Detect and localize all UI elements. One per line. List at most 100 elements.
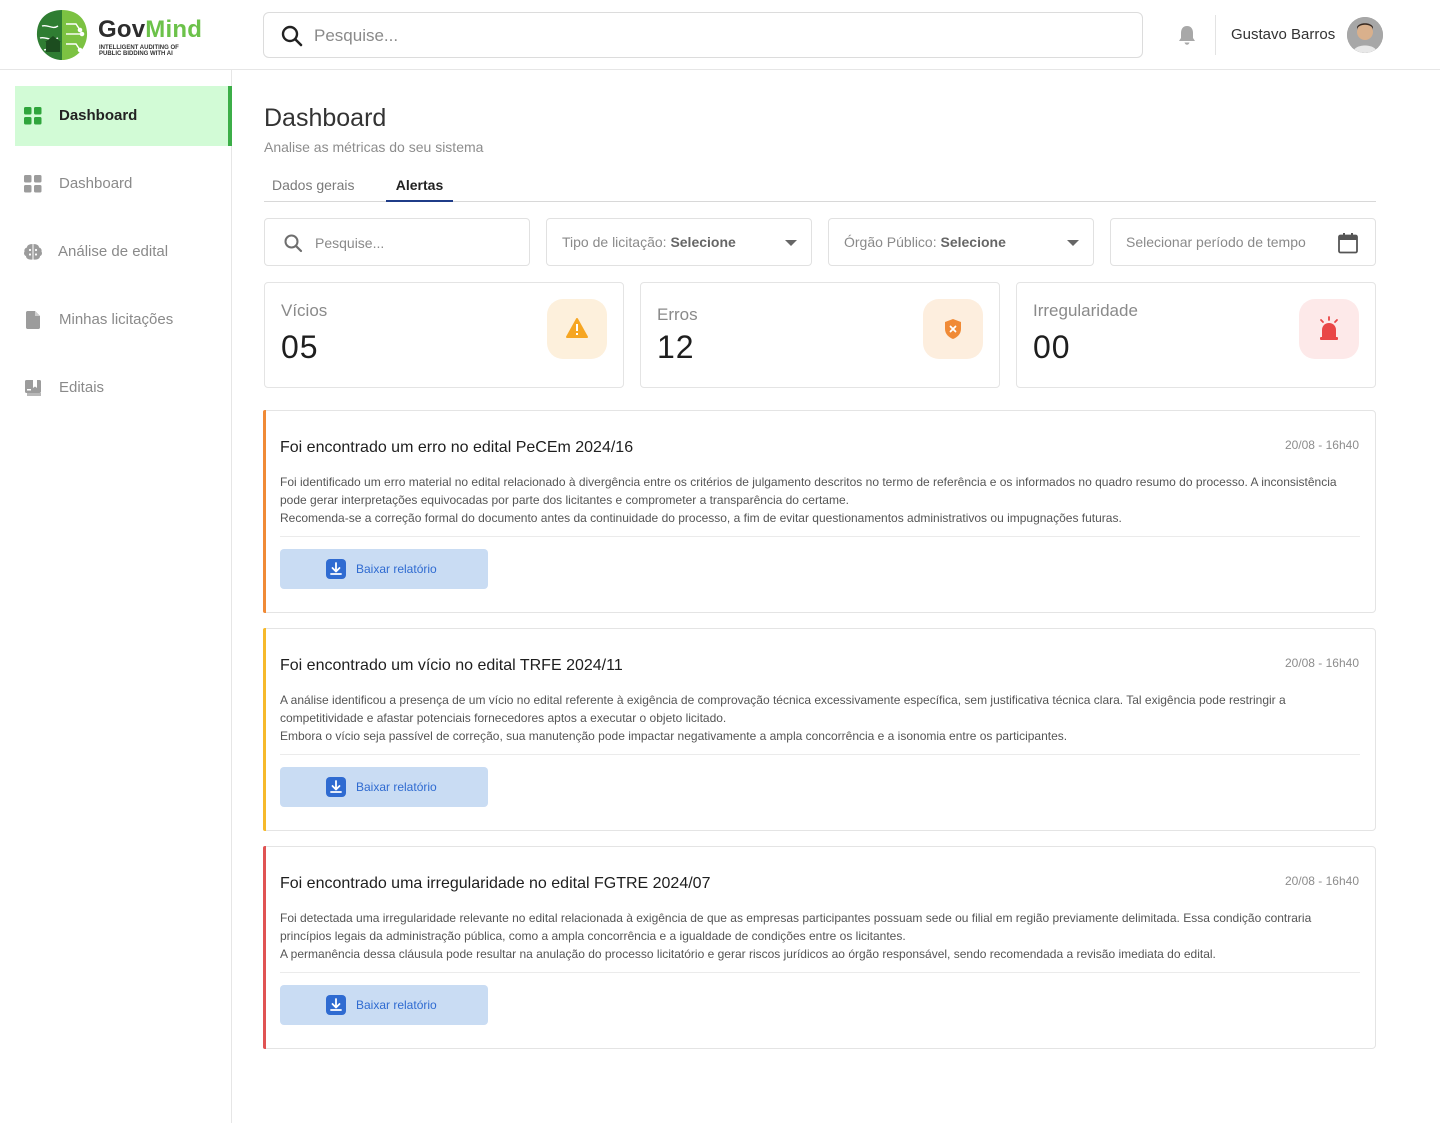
date-range-label: Selecionar período de tempo — [1126, 234, 1306, 250]
tipo-licitacao-text: Tipo de licitação: Selecione — [562, 234, 736, 250]
stat-label: Vícios — [281, 301, 328, 320]
sidebar: Dashboard Dashboard Análise de edital Mi… — [0, 70, 232, 1123]
global-search-input[interactable] — [314, 23, 1114, 49]
page-subtitle: Analise as métricas do seu sistema — [264, 139, 484, 155]
tipo-licitacao-select[interactable]: Tipo de licitação: Selecione — [546, 218, 812, 266]
alerts-search-field[interactable] — [264, 218, 530, 266]
tab-alertas[interactable]: Alertas — [386, 177, 453, 202]
sidebar-item-label: Dashboard — [59, 175, 133, 192]
stat-card-erros: Erros 12 — [640, 282, 1000, 388]
user-avatar[interactable] — [1347, 17, 1383, 53]
header-divider — [1215, 15, 1216, 55]
alert-paragraph: Embora o vício seja passível de correção… — [280, 729, 1068, 743]
tipo-licitacao-value: Selecione — [670, 234, 736, 250]
logo-word-gov: Gov — [98, 16, 146, 43]
bookmark-book-icon — [25, 380, 41, 396]
alert-title: Foi encontrado um erro no edital PeCEm 2… — [280, 439, 634, 456]
alert-accent-bar — [263, 628, 266, 831]
stat-label: Erros — [657, 305, 698, 324]
page-title: Dashboard — [264, 104, 387, 132]
sidebar-item-label: Dashboard — [59, 107, 138, 124]
alert-paragraph: Foi detectada uma irregularidade relevan… — [280, 911, 1312, 943]
download-icon — [326, 559, 346, 579]
search-icon — [284, 234, 303, 253]
warning-icon — [566, 318, 588, 338]
alert-paragraph: Recomenda-se a correção formal do docume… — [280, 511, 1122, 525]
chevron-down-icon — [1067, 240, 1079, 246]
grid-icon — [24, 175, 42, 193]
logo-tagline: Intelligent auditing of public bidding w… — [99, 45, 179, 57]
avatar-photo-icon — [1347, 17, 1383, 53]
alerts-search-input[interactable] — [315, 232, 515, 254]
stat-icon-badge — [547, 299, 607, 359]
sidebar-item-dashboard[interactable]: Dashboard — [15, 154, 232, 214]
alert-paragraph: A permanência dessa cláusula pode result… — [280, 947, 1216, 961]
orgao-publico-value: Selecione — [940, 234, 1006, 250]
govmind-logo[interactable]: GovMind Intelligent auditing of public b… — [32, 6, 212, 64]
alert-timestamp: 20/08 - 16h40 — [1284, 656, 1359, 670]
alert-divider — [280, 754, 1360, 755]
notification-bell-icon[interactable] — [1176, 24, 1198, 46]
user-name[interactable]: Gustavo Barros — [1231, 26, 1335, 43]
sidebar-item-analise-edital[interactable]: Análise de edital — [15, 222, 232, 282]
sidebar-item-minhas-licitacoes[interactable]: Minhas licitações — [15, 290, 232, 350]
logo-wordmark: GovMind — [98, 16, 202, 44]
top-header: GovMind Intelligent auditing of public b… — [0, 0, 1440, 70]
download-report-label: Baixar relatório — [356, 998, 437, 1012]
sidebar-item-editais[interactable]: Editais — [15, 358, 232, 418]
alert-card-vicio: Foi encontrado um vício no edital TRFE 2… — [263, 628, 1376, 831]
download-report-label: Baixar relatório — [356, 562, 437, 576]
download-icon — [326, 995, 346, 1015]
alert-description: Foi identificado um erro material no edi… — [280, 473, 1360, 527]
stat-icon-badge — [1299, 299, 1359, 359]
alert-description: A análise identificou a presença de um v… — [280, 691, 1360, 745]
search-icon — [281, 25, 303, 47]
download-icon — [326, 777, 346, 797]
tab-dados-gerais[interactable]: Dados gerais — [272, 177, 355, 202]
alert-accent-bar — [263, 846, 266, 1049]
tabs-bar: Dados gerais Alertas — [264, 170, 1376, 202]
stat-value: 00 — [1033, 329, 1071, 365]
alert-title: Foi encontrado um vício no edital TRFE 2… — [280, 657, 623, 674]
alert-paragraph: A análise identificou a presença de um v… — [280, 693, 1286, 725]
chevron-down-icon — [785, 240, 797, 246]
grid-icon — [24, 107, 42, 125]
alert-divider — [280, 972, 1360, 973]
shield-x-icon — [945, 319, 961, 339]
alert-paragraph: Foi identificado um erro material no edi… — [280, 475, 1337, 507]
alert-card-irregularidade: Foi encontrado uma irregularidade no edi… — [263, 846, 1376, 1049]
brain-logo-icon — [35, 8, 89, 62]
alert-timestamp: 20/08 - 16h40 — [1284, 874, 1359, 888]
stat-card-vicios: Vícios 05 — [264, 282, 624, 388]
tipo-licitacao-label: Tipo de licitação: — [562, 234, 667, 250]
document-icon — [26, 311, 40, 329]
alert-description: Foi detectada uma irregularidade relevan… — [280, 909, 1360, 963]
alert-accent-bar — [263, 410, 266, 613]
stat-value: 12 — [657, 329, 695, 365]
calendar-icon — [1338, 233, 1358, 254]
sidebar-item-label: Análise de edital — [58, 243, 169, 260]
date-range-picker[interactable]: Selecionar período de tempo — [1110, 218, 1376, 266]
global-search-bar[interactable] — [263, 12, 1143, 58]
siren-icon — [1320, 316, 1338, 340]
stat-value: 05 — [281, 329, 319, 365]
orgao-publico-label: Órgão Público: — [844, 234, 937, 250]
stat-label: Irregularidade — [1033, 301, 1138, 320]
sidebar-item-label: Minhas licitações — [59, 311, 174, 328]
stat-card-irregularidade: Irregularidade 00 — [1016, 282, 1376, 388]
orgao-publico-select[interactable]: Órgão Público: Selecione — [828, 218, 1094, 266]
orgao-publico-text: Órgão Público: Selecione — [844, 234, 1006, 250]
download-report-label: Baixar relatório — [356, 780, 437, 794]
alert-divider — [280, 536, 1360, 537]
sidebar-item-label: Editais — [59, 379, 105, 396]
alert-timestamp: 20/08 - 16h40 — [1284, 438, 1359, 452]
download-report-button[interactable]: Baixar relatório — [280, 985, 488, 1025]
logo-word-mind: Mind — [145, 16, 203, 43]
sidebar-item-dashboard-active[interactable]: Dashboard — [15, 86, 232, 146]
brain-icon — [24, 244, 42, 260]
stat-icon-badge — [923, 299, 983, 359]
alert-card-erro: Foi encontrado um erro no edital PeCEm 2… — [263, 410, 1376, 613]
download-report-button[interactable]: Baixar relatório — [280, 767, 488, 807]
download-report-button[interactable]: Baixar relatório — [280, 549, 488, 589]
alert-title: Foi encontrado uma irregularidade no edi… — [280, 875, 711, 892]
